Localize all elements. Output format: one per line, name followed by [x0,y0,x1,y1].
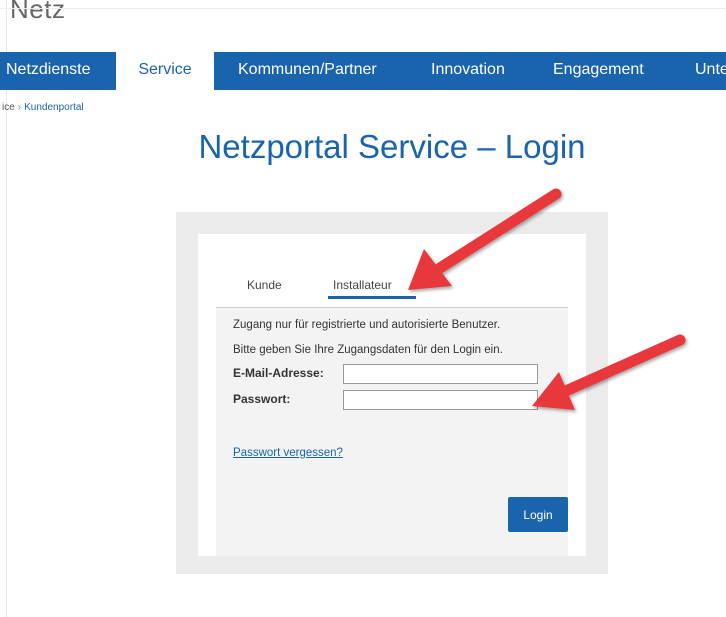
forgot-password-link[interactable]: Passwort vergessen? [233,447,343,459]
login-box: Kunde Installateur Zugang nur für regist… [198,234,586,556]
email-field[interactable] [343,364,538,384]
login-box-frame: Kunde Installateur Zugang nur für regist… [176,212,608,574]
breadcrumb-separator-icon: › [17,102,22,113]
tab-kunde[interactable]: Kunde [247,278,282,292]
password-label: Passwort: [233,392,291,406]
email-label: E-Mail-Adresse: [233,366,324,380]
nav-item-kommunen-partner[interactable]: Kommunen/Partner [218,52,397,90]
tab-installateur[interactable]: Installateur [333,278,392,292]
nav-item-service[interactable]: Service [116,52,214,90]
nav-item-unternehmen[interactable]: Unte [675,52,726,90]
login-button[interactable]: Login [508,497,568,532]
login-form: Zugang nur für registrierte und autorisi… [216,308,568,556]
breadcrumb-parent[interactable]: ice [2,102,15,113]
login-instruction: Bitte geben Sie Ihre Zugangsdaten für de… [233,344,503,356]
nav-item-engagement[interactable]: Engagement [533,52,664,90]
breadcrumb-current[interactable]: Kundenportal [24,102,84,113]
brand-logo-text[interactable]: Netz [10,0,65,25]
main-navigation: Netzdienste Service Kommunen/Partner Inn… [0,52,726,90]
access-notice: Zugang nur für registrierte und autorisi… [233,319,501,331]
header-divider [0,8,726,9]
nav-item-netzdienste[interactable]: Netzdienste [0,52,111,90]
active-tab-indicator [328,296,416,299]
breadcrumb: ice › Kundenportal [2,102,84,113]
password-field[interactable] [343,390,538,410]
nav-item-innovation[interactable]: Innovation [411,52,525,90]
page-left-border [6,0,7,617]
page-title: Netzportal Service – Login [198,128,586,165]
